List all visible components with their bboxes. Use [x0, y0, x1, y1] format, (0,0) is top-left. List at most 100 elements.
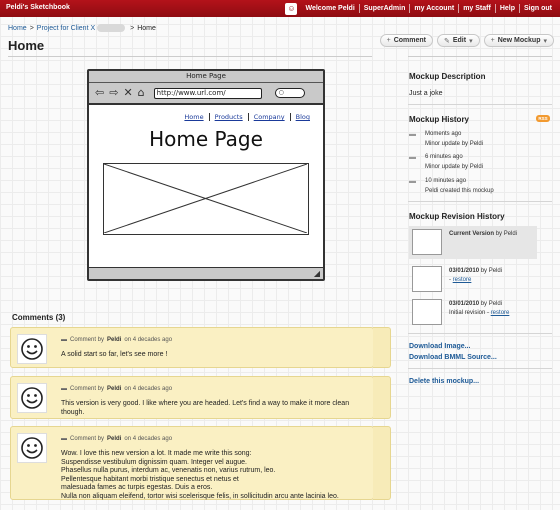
mockup-link-company: Company	[247, 113, 290, 121]
home-icon: ⌂	[137, 86, 145, 99]
image-placeholder-icon	[103, 163, 309, 235]
history-text: Minor update by Peldi	[425, 164, 484, 170]
chevron-down-icon: ▾	[543, 37, 547, 45]
superadmin-link[interactable]: SuperAdmin	[360, 5, 410, 12]
comment-card: ▬ Comment by Peldi on 4 decades ago This…	[10, 376, 391, 419]
revision-item[interactable]: 03/01/2010 by Peldi - restore	[409, 263, 537, 296]
divider	[408, 201, 552, 202]
breadcrumb-home[interactable]: Home	[8, 25, 27, 32]
forward-arrow-icon: ⇨	[109, 86, 119, 99]
divider	[8, 56, 372, 57]
comment-card: ▬ Comment by Peldi on 4 decades ago Wow.…	[10, 426, 391, 500]
revision-subline: Initial revision - restore	[449, 310, 509, 316]
comment-meta: ▬ Comment by Peldi on 4 decades ago	[61, 386, 172, 392]
comment-meta-time: on 4 decades ago	[124, 436, 173, 442]
revision-thumbnail	[412, 299, 442, 325]
revision-line: 03/01/2010 by Peldi	[449, 268, 502, 274]
new-mockup-button[interactable]: + New Mockup ▾	[483, 34, 554, 47]
mockup-heading: Home Page	[149, 127, 263, 151]
revision-thumbnail	[412, 266, 442, 292]
comment-tail	[373, 376, 391, 419]
breadcrumb-current: Home	[137, 24, 156, 32]
speech-bubble-icon: ▬	[61, 386, 67, 392]
revision-item[interactable]: 03/01/2010 by Peldi Initial revision - r…	[409, 296, 537, 329]
mockup-nav-links: Home Products Company Blog	[179, 113, 315, 121]
history-item: ▬ Moments ago Minor update by Peldi	[409, 131, 549, 151]
revision-item[interactable]: Current Version by Peldi	[409, 226, 537, 259]
comment-text: Wow. I love this new version a lot. It m…	[61, 450, 339, 500]
revision-date: 03/01/2010	[449, 301, 480, 307]
history-title: Mockup History	[409, 115, 470, 124]
revision-author: by Peldi	[480, 301, 503, 307]
mockup-preview[interactable]: Home Page ⇦ ⇨ ✕ ⌂ http://www.url.com/ ○ …	[87, 69, 325, 281]
avatar	[17, 433, 47, 463]
smiley-icon	[21, 387, 43, 409]
breadcrumb-separator: >	[29, 24, 34, 32]
speech-bubble-icon: ▬	[61, 337, 67, 343]
revision-author: by Peldi	[480, 268, 503, 274]
comment-text: This version is very good. I like where …	[61, 400, 350, 416]
download-image-link[interactable]: Download Image...	[409, 343, 470, 350]
comment-button[interactable]: + Comment	[379, 34, 433, 47]
description-title: Mockup Description	[409, 72, 486, 81]
user-avatar-icon[interactable]: ☺	[285, 2, 298, 15]
my-account-link[interactable]: my Account	[410, 5, 458, 12]
mockup-url-field: http://www.url.com/	[153, 87, 262, 99]
plus-icon: +	[490, 37, 495, 44]
app-name: Peldi's Sketchbook	[6, 4, 70, 11]
comment-meta-prefix: Comment by	[70, 386, 105, 392]
revision-history-title: Mockup Revision History	[409, 212, 505, 221]
chevron-down-icon: ▾	[469, 37, 473, 45]
mockup-link-products: Products	[208, 113, 248, 121]
comment-meta: ▬ Comment by Peldi on 4 decades ago	[61, 436, 172, 442]
rss-icon[interactable]: RSS	[536, 115, 550, 122]
divider	[408, 333, 552, 334]
restore-link[interactable]: restore	[491, 310, 510, 316]
help-link[interactable]: Help	[496, 5, 519, 12]
divider	[408, 56, 552, 57]
my-staff-link[interactable]: my Staff	[459, 5, 495, 12]
comment-button-label: Comment	[393, 37, 426, 44]
comment-author: Peldi	[107, 436, 122, 442]
speech-bubble-icon: ▬	[61, 436, 67, 442]
smiley-icon	[21, 437, 43, 459]
redacted-text	[97, 24, 126, 32]
revision-line: Current Version by Peldi	[449, 231, 517, 237]
divider	[408, 104, 552, 105]
restore-link[interactable]: restore	[453, 277, 472, 283]
top-nav: ☺ Welcome Peldi SuperAdmin my Account my…	[285, 2, 556, 15]
history-text: Peldi created this mockup	[425, 188, 494, 194]
page-title: Home	[8, 38, 45, 53]
mockup-link-home: Home	[184, 113, 204, 121]
comment-meta-time: on 4 decades ago	[124, 337, 173, 343]
pencil-icon: ✎	[443, 37, 450, 45]
smiley-icon	[21, 338, 43, 360]
comment-author: Peldi	[107, 337, 122, 343]
comment-text: A solid start so far, let's see more !	[61, 351, 168, 358]
sign-out-link[interactable]: Sign out	[520, 5, 556, 12]
edit-button[interactable]: ✎ Edit ▾	[436, 34, 480, 47]
avatar	[17, 383, 47, 413]
revision-note: Initial revision -	[449, 310, 490, 316]
welcome-link[interactable]: Welcome Peldi	[301, 5, 358, 12]
comment-author: Peldi	[107, 386, 122, 392]
download-bmml-link[interactable]: Download BMML Source...	[409, 354, 497, 361]
history-time: Moments ago	[425, 131, 462, 137]
breadcrumb-separator: >	[130, 24, 135, 32]
history-time: 10 minutes ago	[425, 178, 467, 184]
speech-bubble-icon: ▬	[409, 178, 416, 185]
search-icon: ○	[278, 89, 284, 96]
mockup-toolbar: + Comment ✎ Edit ▾ + New Mockup ▾	[379, 34, 554, 47]
avatar	[17, 334, 47, 364]
revision-note: -	[449, 277, 451, 283]
revision-date: 03/01/2010	[449, 268, 480, 274]
new-mockup-button-label: New Mockup	[497, 37, 541, 44]
breadcrumb-project[interactable]: Project for Client X	[37, 25, 95, 32]
delete-mockup-link[interactable]: Delete this mockup...	[409, 378, 479, 385]
history-item: ▬ 6 minutes ago Minor update by Peldi	[409, 154, 549, 174]
history-item: ▬ 10 minutes ago Peldi created this mock…	[409, 178, 549, 198]
revision-line: 03/01/2010 by Peldi	[449, 301, 502, 307]
description-text: Just a joke	[409, 90, 443, 97]
history-text: Minor update by Peldi	[425, 141, 484, 147]
comment-meta-time: on 4 decades ago	[124, 386, 173, 392]
